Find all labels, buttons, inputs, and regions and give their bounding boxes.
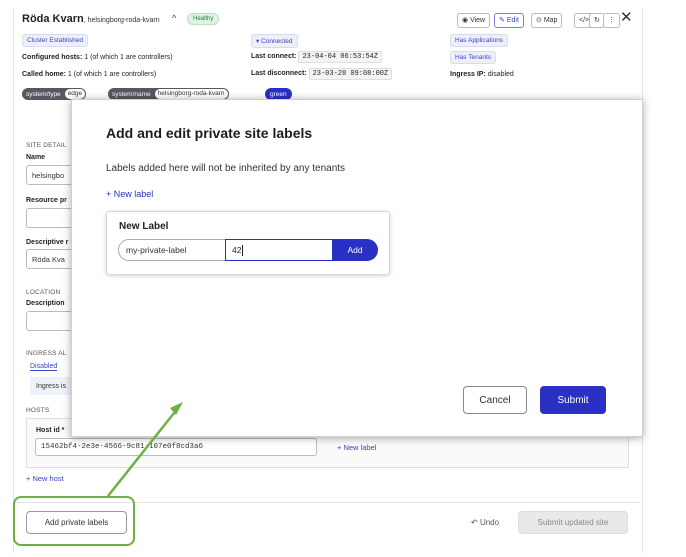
label-value-input[interactable]: 42 xyxy=(225,239,333,261)
host-id-label: Host id * xyxy=(36,427,65,434)
undo-button[interactable]: ↶ Undo xyxy=(471,518,499,527)
label-value-text: 42 xyxy=(232,245,242,255)
map-button[interactable]: ⊙ Map xyxy=(531,13,563,28)
has-tenants-chip: Has Tenants xyxy=(450,51,497,64)
called-home-label: Called home: xyxy=(22,71,66,78)
connected-chip: ▾ Connected xyxy=(251,34,298,48)
host-new-label-link[interactable]: + New label xyxy=(337,443,376,452)
ingress-ip: Ingress IP: disabled xyxy=(450,71,514,78)
modal-new-label-link[interactable]: + New label xyxy=(106,189,153,199)
label-key: system/name xyxy=(112,90,151,98)
edit-label: Edit xyxy=(506,17,519,24)
label-value: helsingborg-roda-kvarn xyxy=(154,89,228,99)
new-label-card-title: New Label xyxy=(119,221,169,232)
connected-text: Connected xyxy=(261,38,293,45)
hosts-title: HOSTS xyxy=(26,407,50,414)
ingress-ip-label: Ingress IP: xyxy=(450,71,486,78)
ingress-tab-disabled[interactable]: Disabled xyxy=(30,363,58,371)
submit-button[interactable]: Submit xyxy=(540,386,606,414)
view-label: View xyxy=(470,17,486,24)
label-key: system/type xyxy=(26,90,61,98)
ingress-ip-value: disabled xyxy=(487,71,514,78)
site-title: Röda Kvarn, helsingborg-roda-kvarn xyxy=(22,13,160,25)
modal-description: Labels added here will not be inherited … xyxy=(106,163,346,174)
highlight-box xyxy=(13,496,135,546)
label-value: edge xyxy=(64,89,86,99)
health-badge: Healthy xyxy=(187,13,220,25)
called-home-value: 1 (of which 1 are controllers) xyxy=(67,71,157,78)
text-cursor xyxy=(242,244,244,256)
wifi-icon: ▾ xyxy=(256,38,260,45)
has-applications-chip: Has Applications xyxy=(450,34,509,47)
eye-icon: ◉ xyxy=(462,17,469,24)
refresh-icon: ↻ xyxy=(594,17,600,24)
add-label-button[interactable]: Add xyxy=(332,239,378,261)
pencil-icon: ✎ xyxy=(499,17,505,24)
site-details-title: SITE DETAIL xyxy=(26,142,67,149)
configured-hosts-value: 1 (of which 1 are controllers) xyxy=(84,54,173,61)
ingress-info: Ingress is xyxy=(30,377,75,395)
undo-icon: ↶ xyxy=(471,518,478,527)
cluster-status-chip: Cluster Established xyxy=(22,34,88,47)
more-button[interactable]: ⋮ xyxy=(603,13,620,28)
name-label: Name xyxy=(26,154,46,161)
private-labels-modal: Add and edit private site labels Labels … xyxy=(71,99,643,437)
close-icon[interactable]: ✕ xyxy=(620,10,633,26)
cancel-button[interactable]: Cancel xyxy=(463,386,527,414)
site-name: Röda Kvarn xyxy=(22,13,84,25)
configured-hosts-label: Configured hosts: xyxy=(22,54,83,61)
ingress-title: INGRESS AL xyxy=(26,350,67,357)
code-icon: </> xyxy=(579,17,590,24)
resource-label: Resource pr xyxy=(26,197,67,204)
descriptive-label: Descriptive r xyxy=(26,239,69,246)
site-slug: helsingborg-roda-kvarn xyxy=(87,17,160,24)
map-pin-icon: ⊙ xyxy=(536,17,542,24)
edit-button[interactable]: ✎ Edit xyxy=(494,13,524,28)
called-home: Called home: 1 (of which 1 are controlle… xyxy=(22,71,156,78)
configured-hosts: Configured hosts: 1 (of which 1 are cont… xyxy=(22,54,173,61)
last-connect-value: 23-04-04 06:53:54Z xyxy=(298,51,383,63)
map-label: Map xyxy=(543,17,558,24)
modal-title: Add and edit private site labels xyxy=(106,125,313,141)
last-connect: Last connect: 23-04-04 06:53:54Z xyxy=(251,51,383,63)
host-id-label-text: Host id xyxy=(36,427,60,434)
view-button[interactable]: ◉ View xyxy=(457,13,491,28)
undo-label: Undo xyxy=(479,518,500,527)
more-icon: ⋮ xyxy=(608,17,615,24)
new-label-card: New Label my-private-label 42 Add xyxy=(106,211,390,275)
host-id-input[interactable]: 15462bf4-2e3e-4566-9c81-107e0f8cd3a6 xyxy=(35,438,317,456)
submit-updated-site-button[interactable]: Submit updated site xyxy=(518,511,628,534)
description-label: Description xyxy=(26,300,65,307)
last-connect-label: Last connect: xyxy=(251,53,297,60)
last-disconnect: Last disconnect: 23-03-28 09:08:00Z xyxy=(251,68,393,80)
last-disconnect-label: Last disconnect: xyxy=(251,70,307,77)
chevron-up-icon[interactable]: ^ xyxy=(172,13,176,23)
label-key-input[interactable]: my-private-label xyxy=(118,239,226,261)
last-disconnect-value: 23-03-28 09:08:00Z xyxy=(308,68,393,80)
location-title: LOCATION xyxy=(26,289,61,296)
new-host-link[interactable]: + New host xyxy=(26,474,64,483)
